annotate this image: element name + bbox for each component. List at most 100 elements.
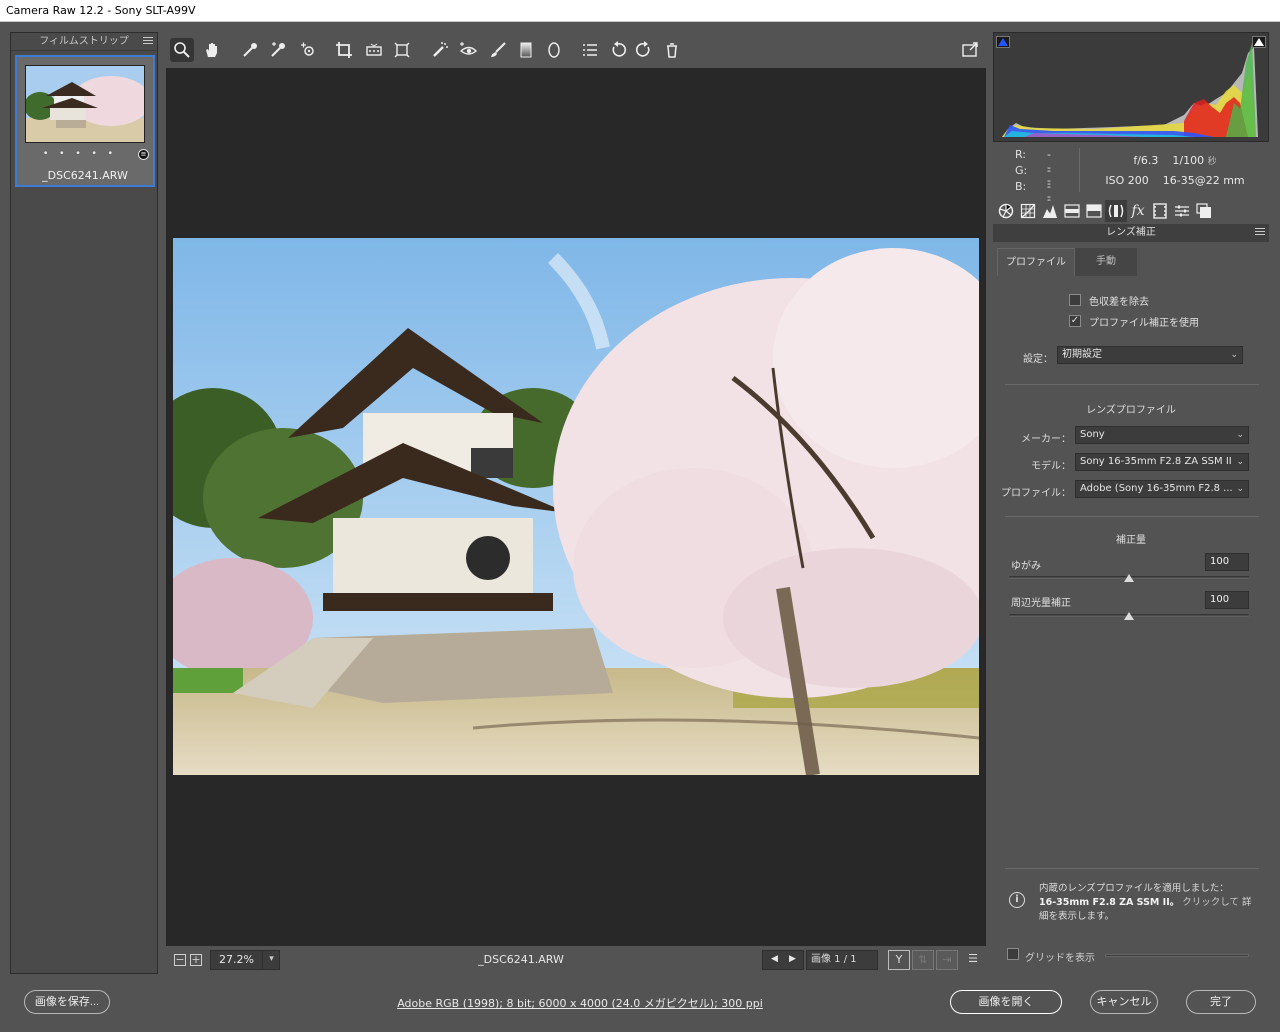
notice-link[interactable]: クリックして	[1182, 897, 1239, 908]
save-image-button[interactable]: 画像を保存...	[24, 990, 110, 1014]
next-image-icon[interactable]: ▶	[789, 954, 796, 964]
model-label: モデル：	[1031, 461, 1071, 472]
distortion-slider-thumb[interactable]	[1124, 574, 1134, 582]
shutter-unit: 秒	[1207, 157, 1217, 167]
profile-value: Adobe (Sony 16-35mm F2.8 ...	[1080, 483, 1233, 494]
graduated-filter-icon[interactable]	[514, 38, 538, 62]
lens-corrections-icon[interactable]	[1105, 200, 1127, 222]
tab-manual[interactable]: 手動	[1075, 248, 1137, 276]
chevron-down-icon: ⌄	[1230, 350, 1238, 360]
vignetting-value-field[interactable]: 100	[1205, 591, 1249, 609]
tool-bar	[166, 32, 986, 68]
fullscreen-icon[interactable]	[958, 38, 982, 62]
camera-info: R:--- G:--- B:--- f/6.3 1/100 秒 ISO 200 …	[993, 144, 1269, 219]
redeye-icon[interactable]	[456, 38, 480, 62]
snapshots-icon[interactable]	[1193, 200, 1215, 222]
brush-icon[interactable]	[486, 38, 510, 62]
filmstrip-thumbnail[interactable]: • • • • • ≡ _DSC6241.ARW	[15, 55, 155, 187]
status-bar: − + 27.2% ▾ _DSC6241.ARW ◀ ▶ 画像 1 / 1 Y …	[166, 946, 986, 974]
targeted-adjust-icon[interactable]	[296, 38, 320, 62]
preview-canvas[interactable]	[166, 68, 986, 946]
crop-icon[interactable]	[332, 38, 356, 62]
distortion-value-field[interactable]: 100	[1205, 553, 1249, 571]
copy-settings-icon[interactable]: ⇥	[936, 950, 958, 970]
histogram[interactable]	[993, 32, 1269, 142]
previous-image-icon[interactable]: ◀	[771, 954, 778, 964]
transform-icon[interactable]	[390, 38, 414, 62]
preferences-list-icon[interactable]	[578, 38, 602, 62]
before-after-toggle[interactable]: Y	[888, 950, 910, 970]
trash-icon[interactable]	[660, 38, 684, 62]
chevron-down-icon: ⌄	[1236, 457, 1244, 467]
tone-curve-icon[interactable]	[1017, 200, 1039, 222]
section-title: レンズ補正	[993, 224, 1269, 242]
workflow-options-link[interactable]: Adobe RGB (1998); 8 bit; 6000 x 4000 (24…	[370, 995, 790, 1011]
setup-label: 設定：	[1023, 354, 1053, 365]
split-toning-icon[interactable]	[1083, 200, 1105, 222]
hsl-icon[interactable]	[1061, 200, 1083, 222]
tab-profile[interactable]: プロファイル	[997, 248, 1075, 276]
swap-before-after-icon[interactable]: ⇅	[912, 950, 934, 970]
b-label: B:	[1015, 180, 1027, 193]
photo-preview[interactable]	[173, 238, 979, 775]
make-value: Sony	[1080, 429, 1105, 440]
profile-notice: i 内蔵のレンズプロファイルを適用しました： 16-35mm F2.8 ZA S…	[1003, 880, 1265, 928]
rotate-right-icon[interactable]	[632, 38, 656, 62]
detail-icon[interactable]	[1039, 200, 1061, 222]
image-navigation: ◀ ▶	[762, 950, 804, 970]
done-button[interactable]: 完了	[1186, 990, 1256, 1014]
adjustment-badge-icon: ≡	[138, 149, 149, 160]
thumbnail-rating[interactable]: • • • • •	[17, 149, 143, 159]
aperture-value: f/6.3	[1133, 154, 1159, 167]
hand-icon[interactable]	[200, 38, 224, 62]
shutter-value: 1/100	[1172, 154, 1205, 167]
model-dropdown[interactable]: Sony 16-35mm F2.8 ZA SSM II ⌄	[1075, 453, 1249, 471]
grid-size-slider[interactable]	[1105, 954, 1249, 957]
remove-ca-checkbox[interactable]	[1069, 294, 1081, 306]
zoom-out-button[interactable]: −	[174, 954, 186, 966]
zoom-dropdown-icon[interactable]: ▾	[262, 950, 280, 970]
filmstrip-panel: フィルムストリップ • • • • • ≡ _DSC6241.ARW	[10, 32, 158, 974]
thumbnail-filename: _DSC6241.ARW	[42, 169, 128, 182]
adjustment-panel: R:--- G:--- B:--- f/6.3 1/100 秒 ISO 200 …	[993, 32, 1269, 974]
notice-line: 内蔵のレンズプロファイルを適用しました：	[1039, 883, 1229, 894]
setup-value: 初期設定	[1062, 349, 1102, 360]
current-filename: _DSC6241.ARW	[478, 953, 564, 966]
zoom-icon[interactable]	[170, 38, 194, 62]
r-label: R:	[1015, 148, 1027, 161]
filmstrip-title: フィルムストリップ	[39, 36, 129, 47]
window-title: Camera Raw 12.2 - Sony SLT-A99V	[0, 0, 1280, 22]
preview-preferences-icon[interactable]: ☰	[962, 950, 984, 970]
cancel-button[interactable]: キャンセル	[1090, 990, 1158, 1014]
remove-ca-label: 色収差を除去	[1089, 297, 1149, 308]
white-balance-icon[interactable]	[238, 38, 262, 62]
panel-tab-bar: fx	[993, 200, 1269, 222]
zoom-in-button[interactable]: +	[190, 954, 202, 966]
amount-heading: 補正量	[1116, 535, 1146, 546]
rotate-left-icon[interactable]	[606, 38, 630, 62]
setup-dropdown[interactable]: 初期設定 ⌄	[1057, 346, 1243, 364]
show-grid-checkbox[interactable]	[1007, 948, 1019, 960]
footer-bar: 画像を保存... Adobe RGB (1998); 8 bit; 6000 x…	[0, 976, 1280, 1032]
enable-profile-label: プロファイル補正を使用	[1089, 318, 1199, 329]
make-dropdown[interactable]: Sony ⌄	[1075, 426, 1249, 444]
enable-profile-checkbox[interactable]: ✓	[1069, 315, 1081, 327]
straighten-icon[interactable]	[362, 38, 386, 62]
vignetting-slider-thumb[interactable]	[1124, 612, 1134, 620]
profile-dropdown[interactable]: Adobe (Sony 16-35mm F2.8 ... ⌄	[1075, 480, 1249, 498]
show-grid-row[interactable]: グリッドを表示	[1007, 948, 1263, 964]
radial-filter-icon[interactable]	[542, 38, 566, 62]
color-sampler-icon[interactable]	[266, 38, 290, 62]
g-label: G:	[1015, 164, 1028, 177]
filmstrip-menu-icon[interactable]	[143, 37, 153, 46]
spot-removal-icon[interactable]	[428, 38, 452, 62]
panel-menu-icon[interactable]	[1255, 228, 1265, 237]
lens-value: 16-35@22 mm	[1162, 174, 1245, 187]
presets-icon[interactable]	[1171, 200, 1193, 222]
chevron-down-icon: ⌄	[1236, 484, 1244, 494]
open-image-button[interactable]: 画像を開く	[950, 990, 1062, 1014]
camera-calibration-icon[interactable]	[1149, 200, 1171, 222]
iso-value: ISO 200	[1105, 174, 1149, 187]
effects-icon[interactable]: fx	[1127, 200, 1149, 222]
basic-panel-icon[interactable]	[995, 200, 1017, 222]
